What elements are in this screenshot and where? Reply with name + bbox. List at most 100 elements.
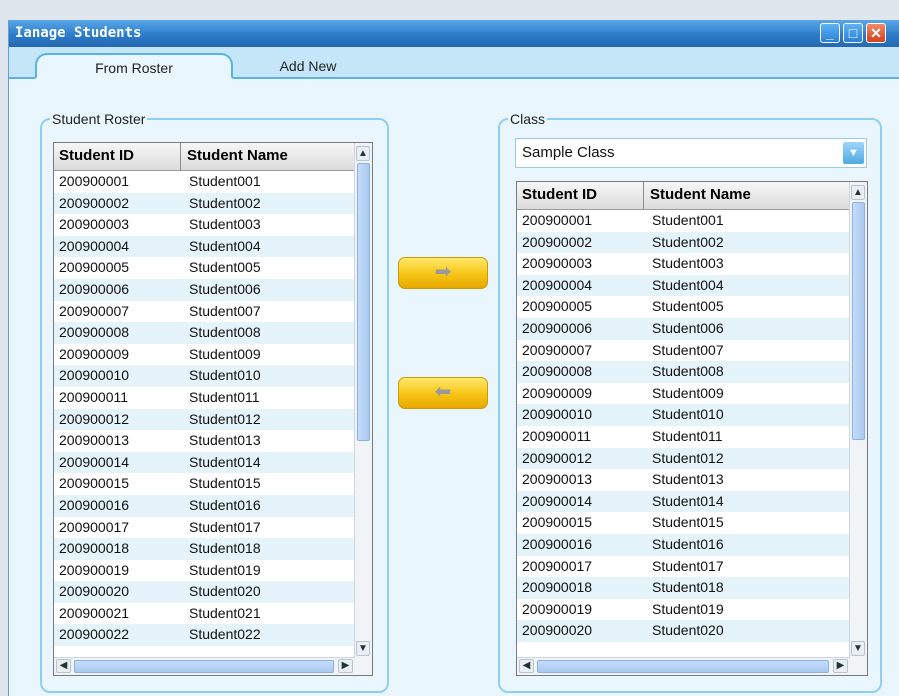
table-row[interactable]: 200900008 Student008 <box>517 361 850 383</box>
manage-students-window: Ianage Students _ □ ✕ From Roster Add Ne… <box>8 20 899 696</box>
student-id-cell: 200900017 <box>59 518 130 535</box>
table-row[interactable]: 200900020 Student020 <box>54 581 355 603</box>
student-id-cell: 200900008 <box>522 363 593 380</box>
student-id-cell: 200900002 <box>59 194 130 211</box>
scroll-thumb[interactable] <box>357 163 370 441</box>
col-header-student-id[interactable]: Student ID <box>59 147 134 164</box>
title-bar[interactable]: Ianage Students _ □ ✕ <box>9 20 899 47</box>
chevron-down-icon[interactable]: ▼ <box>843 142 864 164</box>
tab-from-roster[interactable]: From Roster <box>35 53 233 79</box>
class-rows: 200900001 Student001 200900002 Student002 20… <box>517 210 850 658</box>
student-roster-group: Student Roster Student ID Student Name 2… <box>40 111 389 693</box>
table-row[interactable]: 200900010 Student010 <box>517 404 850 426</box>
table-row[interactable]: 200900002 Student002 <box>517 231 850 254</box>
table-row[interactable]: 200900016 Student016 <box>517 533 850 556</box>
scroll-right-icon[interactable]: ▶ <box>338 659 353 673</box>
scroll-up-icon[interactable]: ▲ <box>851 185 865 200</box>
close-button[interactable]: ✕ <box>866 23 886 43</box>
scroll-down-icon[interactable]: ▼ <box>851 641 865 656</box>
roster-vscrollbar[interactable]: ▲ ▼ <box>354 143 372 658</box>
maximize-button[interactable]: □ <box>843 23 863 43</box>
table-row[interactable]: 200900017 Student017 <box>517 555 850 578</box>
table-row[interactable]: 200900015 Student015 <box>54 473 355 495</box>
table-row[interactable]: 200900015 Student015 <box>517 512 850 534</box>
class-list-header: Student ID Student Name <box>517 182 850 210</box>
hscroll-thumb[interactable] <box>74 660 334 673</box>
table-row[interactable]: 200900011 Student011 <box>54 386 355 409</box>
col-header-student-id[interactable]: Student ID <box>522 186 597 203</box>
scroll-left-icon[interactable]: ◀ <box>519 659 534 673</box>
roster-hscrollbar[interactable]: ◀ ▶ <box>54 657 355 675</box>
minimize-button[interactable]: _ <box>820 23 840 43</box>
table-row[interactable]: 200900008 Student008 <box>54 322 355 344</box>
table-row[interactable]: 200900010 Student010 <box>54 365 355 387</box>
scroll-up-icon[interactable]: ▲ <box>356 146 370 161</box>
class-vscrollbar[interactable]: ▲ ▼ <box>849 182 867 658</box>
student-name-cell: Student005 <box>189 259 261 276</box>
table-row[interactable]: 200900005 Student005 <box>54 257 355 279</box>
table-row[interactable]: 200900005 Student005 <box>517 296 850 318</box>
remove-from-class-button[interactable]: ⬅ <box>398 377 488 409</box>
scroll-left-icon[interactable]: ◀ <box>56 659 71 673</box>
roster-list[interactable]: Student ID Student Name 200900001 Student… <box>53 142 373 676</box>
col-header-student-name[interactable]: Student Name <box>650 186 751 203</box>
student-name-cell: Student008 <box>189 324 261 341</box>
table-row[interactable]: 200900019 Student019 <box>54 559 355 582</box>
table-row[interactable]: 200900020 Student020 <box>517 620 850 642</box>
table-row[interactable]: 200900017 Student017 <box>54 516 355 539</box>
table-row[interactable]: 200900003 Student003 <box>517 253 850 275</box>
student-id-cell: 200900014 <box>59 453 130 470</box>
scroll-right-icon[interactable]: ▶ <box>833 659 848 673</box>
table-row[interactable]: 200900022 Student022 <box>54 624 355 647</box>
table-row[interactable]: 200900006 Student006 <box>54 278 355 301</box>
table-row[interactable]: 200900013 Student013 <box>54 430 355 452</box>
student-name-cell: Student001 <box>652 212 724 228</box>
student-id-cell: 200900007 <box>59 302 130 319</box>
tab-add-new[interactable]: Add New <box>243 53 373 79</box>
col-header-student-name[interactable]: Student Name <box>187 147 288 164</box>
student-id-cell: 200900009 <box>59 345 130 362</box>
table-row[interactable]: 200900019 Student019 <box>517 598 850 621</box>
student-name-cell: Student021 <box>189 604 261 621</box>
table-row[interactable]: 200900004 Student004 <box>54 235 355 258</box>
hscroll-thumb[interactable] <box>537 660 829 673</box>
class-hscrollbar[interactable]: ◀ ▶ <box>517 657 850 675</box>
student-name-cell: Student012 <box>189 410 261 427</box>
table-row[interactable]: 200900003 Student003 <box>54 214 355 236</box>
table-row[interactable]: 200900018 Student018 <box>517 577 850 599</box>
class-select[interactable]: Sample Class ▼ <box>515 138 867 168</box>
table-row[interactable]: 200900004 Student004 <box>517 274 850 297</box>
student-name-cell: Student008 <box>652 363 724 380</box>
table-row[interactable]: 200900014 Student014 <box>54 451 355 474</box>
student-id-cell: 200900017 <box>522 557 593 574</box>
scroll-down-icon[interactable]: ▼ <box>356 641 370 656</box>
table-row[interactable]: 200900009 Student009 <box>517 382 850 405</box>
table-row[interactable]: 200900007 Student007 <box>54 300 355 323</box>
table-row[interactable]: 200900014 Student014 <box>517 490 850 513</box>
table-row[interactable]: 200900013 Student013 <box>517 469 850 491</box>
table-row[interactable]: 200900007 Student007 <box>517 339 850 362</box>
table-row[interactable]: 200900011 Student011 <box>517 425 850 448</box>
student-id-cell: 200900015 <box>522 514 593 531</box>
student-id-cell: 200900020 <box>59 583 130 600</box>
scroll-thumb[interactable] <box>852 202 865 440</box>
table-row[interactable]: 200900006 Student006 <box>517 317 850 340</box>
add-to-class-button[interactable]: ➡ <box>398 257 488 289</box>
table-row[interactable]: 200900002 Student002 <box>54 192 355 215</box>
table-row[interactable]: 200900016 Student016 <box>54 494 355 517</box>
table-row[interactable]: 200900012 Student012 <box>517 447 850 470</box>
student-name-cell: Student006 <box>189 280 261 297</box>
table-row[interactable]: 200900012 Student012 <box>54 408 355 431</box>
student-id-cell: 200900006 <box>59 280 130 297</box>
student-name-cell: Student018 <box>652 579 724 596</box>
table-row[interactable]: 200900018 Student018 <box>54 538 355 560</box>
class-list[interactable]: Student ID Student Name 200900001 Student… <box>516 181 868 676</box>
table-row[interactable]: 200900009 Student009 <box>54 343 355 366</box>
student-name-cell: Student016 <box>652 535 724 552</box>
table-row[interactable]: 200900021 Student021 <box>54 602 355 625</box>
student-id-cell: 200900011 <box>59 388 129 405</box>
student-id-cell: 200900018 <box>59 540 130 557</box>
table-row[interactable]: 200900001 Student001 <box>54 171 355 193</box>
table-row[interactable]: 200900001 Student001 <box>517 210 850 232</box>
scroll-corner <box>850 658 867 675</box>
